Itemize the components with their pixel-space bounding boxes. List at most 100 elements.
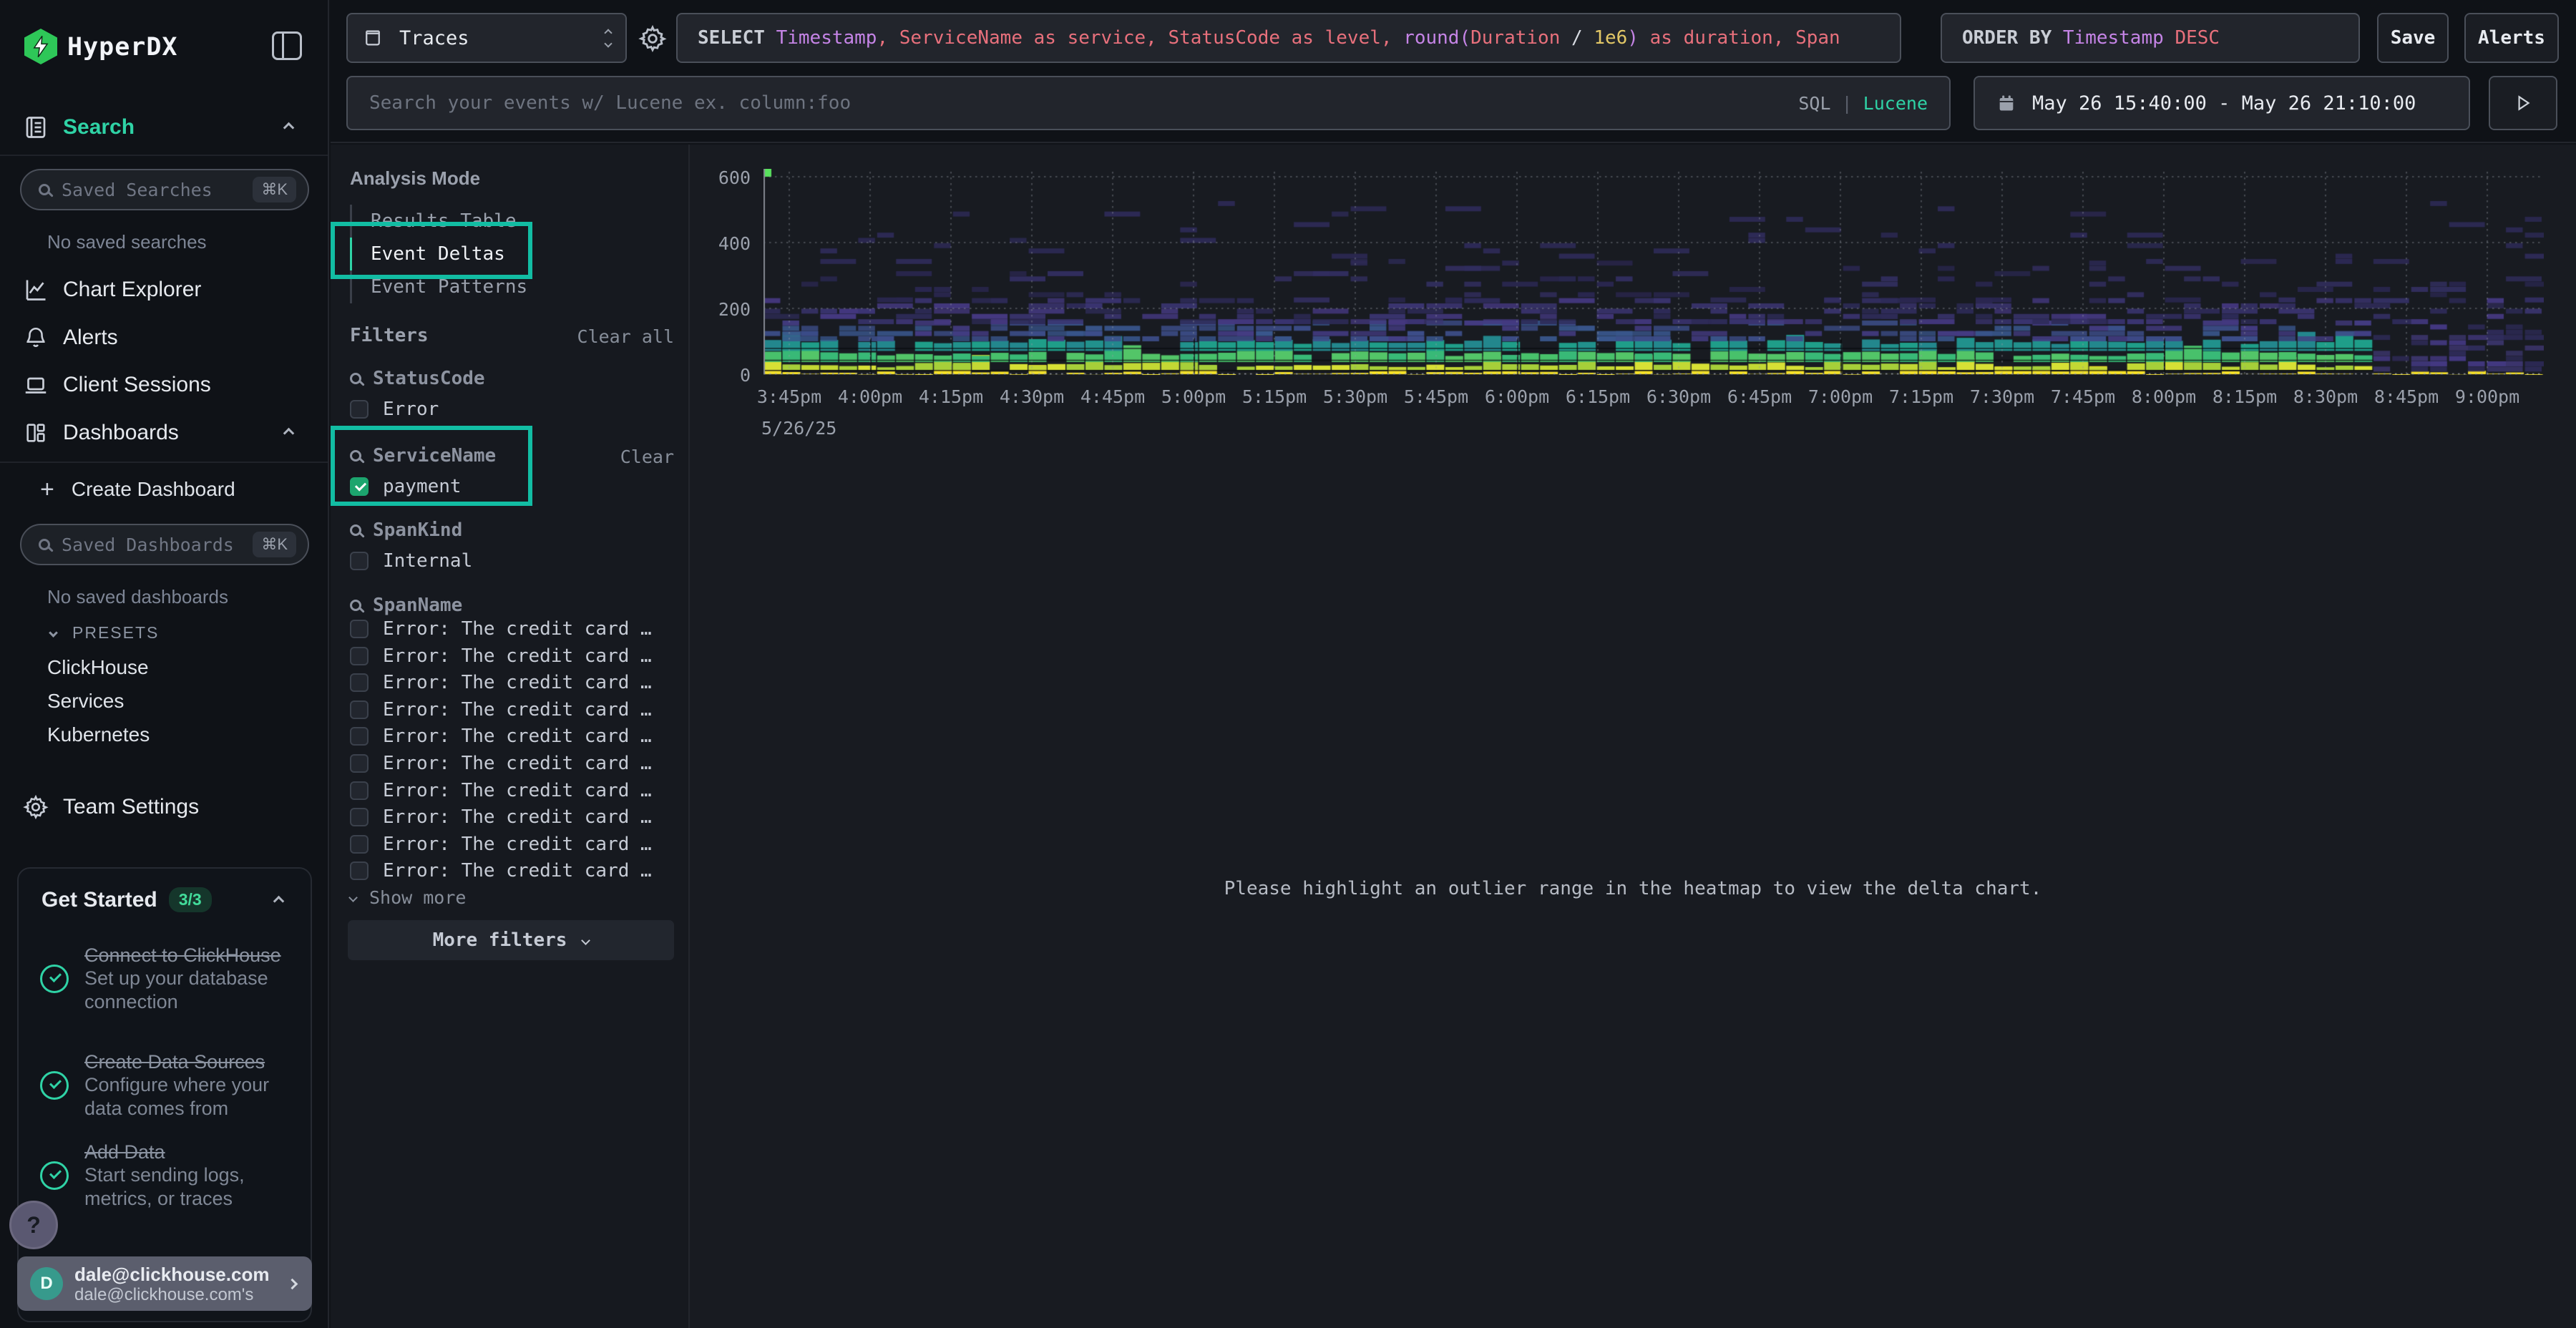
checkbox-unchecked[interactable]: [350, 700, 369, 719]
journal-icon: [21, 114, 50, 141]
saved-dashboards-input[interactable]: Saved Dashboards ⌘K: [20, 524, 309, 565]
chevron-up-icon[interactable]: [283, 122, 295, 133]
sql-token: ServiceName as service, StatusCode as le…: [899, 27, 1403, 49]
sidebar-item-alerts[interactable]: Alerts: [0, 322, 329, 353]
saved-dashboards-placeholder: Saved Dashboards: [62, 534, 253, 555]
chevron-down-icon: [582, 936, 591, 945]
save-button[interactable]: Save: [2377, 13, 2449, 63]
checkbox-unchecked[interactable]: [350, 673, 369, 692]
x-axis-tick-label: 6:15pm: [1566, 386, 1630, 407]
filter-option-spanname[interactable]: Error: The credit card …: [350, 753, 652, 774]
x-axis-tick-label: 7:00pm: [1808, 386, 1873, 407]
x-axis-tick-label: 4:15pm: [919, 386, 983, 407]
filter-option-spanname[interactable]: Error: The credit card …: [350, 699, 652, 721]
x-axis-tick-label: 8:30pm: [2293, 386, 2358, 407]
filter-option-spanname[interactable]: Error: The credit card …: [350, 780, 652, 801]
get-started-card: Get Started 3/3 Connect to ClickHouse Se…: [17, 867, 312, 1322]
create-dashboard-button[interactable]: + Create Dashboard: [0, 474, 329, 505]
sidebar-item-search[interactable]: Search: [0, 112, 329, 143]
presets-toggle[interactable]: PRESETS: [0, 620, 329, 645]
filter-option-spanname[interactable]: Error: The credit card …: [350, 672, 652, 693]
checkbox-unchecked[interactable]: [350, 781, 369, 800]
x-axis-date-label: 5/26/25: [761, 418, 836, 439]
heatmap-canvas[interactable]: [763, 169, 2544, 375]
filter-option-spanname[interactable]: Error: The credit card …: [350, 806, 652, 828]
sidebar-collapse-icon[interactable]: [272, 31, 302, 60]
alerts-button[interactable]: Alerts: [2464, 13, 2559, 63]
preset-item-clickhouse[interactable]: ClickHouse: [0, 654, 329, 681]
filter-group-spankind[interactable]: SpanKind: [350, 519, 462, 541]
checkbox-unchecked[interactable]: [350, 861, 369, 880]
sidebar-item-team-settings[interactable]: Team Settings: [0, 791, 329, 823]
source-select[interactable]: Traces: [346, 13, 627, 63]
filter-option-spanname[interactable]: Error: The credit card …: [350, 834, 652, 855]
lucene-search-input[interactable]: Search your events w/ Lucene ex. column:…: [346, 76, 1951, 130]
annotation-box-event-deltas: [331, 222, 532, 279]
search-icon: [39, 184, 50, 195]
lang-toggle-sql[interactable]: SQL: [1798, 93, 1830, 114]
run-query-button[interactable]: [2489, 76, 2557, 130]
spanname-option-label: Error: The credit card …: [383, 645, 652, 667]
checkbox-unchecked[interactable]: [350, 552, 369, 570]
sql-token: DESC: [2175, 27, 2220, 49]
get-started-step[interactable]: Add Data Start sending logs, metrics, or…: [19, 1131, 313, 1221]
x-axis-tick-label: 4:00pm: [838, 386, 902, 407]
show-more-link[interactable]: Show more: [350, 887, 466, 908]
sidebar-item-chart-explorer[interactable]: Chart Explorer: [0, 274, 329, 306]
sql-select-input[interactable]: SELECT Timestamp, ServiceName as service…: [676, 13, 1901, 63]
filter-option-error[interactable]: Error: [350, 399, 439, 420]
preset-item-services[interactable]: Services: [0, 688, 329, 715]
sidebar-item-alerts-label: Alerts: [63, 326, 118, 350]
checkbox-unchecked[interactable]: [350, 400, 369, 419]
filter-option-internal[interactable]: Internal: [350, 550, 472, 572]
clear-servicename-link[interactable]: Clear: [620, 446, 674, 467]
get-started-step[interactable]: Connect to ClickHouse Set up your databa…: [19, 926, 313, 1032]
annotation-box-servicename: [331, 426, 532, 506]
spanname-option-label: Error: The credit card …: [383, 806, 652, 828]
divider: [0, 462, 328, 463]
x-axis-tick-label: 7:30pm: [1970, 386, 2034, 407]
saved-searches-input[interactable]: Saved Searches ⌘K: [20, 169, 309, 210]
preset-item-kubernetes[interactable]: Kubernetes: [0, 721, 329, 748]
checkbox-unchecked[interactable]: [350, 727, 369, 746]
clear-all-link[interactable]: Clear all: [577, 326, 674, 347]
filter-group-spanname[interactable]: SpanName: [350, 595, 462, 616]
sidebar-item-dashboards[interactable]: Dashboards: [0, 417, 329, 449]
sql-token: SELECT: [698, 27, 776, 49]
gear-icon: [21, 794, 50, 820]
sidebar-item-client-sessions-label: Client Sessions: [63, 373, 211, 397]
checkbox-unchecked[interactable]: [350, 647, 369, 665]
user-menu[interactable]: D dale@clickhouse.com dale@clickhouse.co…: [17, 1256, 312, 1311]
checkbox-unchecked[interactable]: [350, 835, 369, 854]
get-started-step[interactable]: Create Data Sources Configure where your…: [19, 1040, 313, 1131]
sql-token: (: [1459, 27, 1470, 49]
chevron-up-icon[interactable]: [273, 896, 285, 907]
analysis-mode-heading: Analysis Mode: [350, 167, 480, 190]
hyperdx-logo-icon: [24, 29, 57, 64]
more-filters-button[interactable]: More filters: [348, 920, 674, 960]
x-axis-tick-label: 5:30pm: [1323, 386, 1387, 407]
help-button[interactable]: ?: [9, 1201, 58, 1249]
date-range-picker[interactable]: May 26 15:40:00 - May 26 21:10:00: [1974, 76, 2470, 130]
gear-icon[interactable]: [638, 24, 667, 57]
checkbox-unchecked[interactable]: [350, 754, 369, 773]
search-icon: [350, 600, 361, 611]
chevron-right-icon: [287, 1278, 298, 1289]
order-by-input[interactable]: ORDER BY Timestamp DESC: [1941, 13, 2360, 63]
chevron-up-icon[interactable]: [283, 427, 295, 439]
lang-toggle-lucene[interactable]: Lucene: [1863, 93, 1928, 114]
x-axis-tick-label: 3:45pm: [757, 386, 821, 407]
filter-group-statuscode[interactable]: StatusCode: [350, 368, 485, 389]
filter-option-spanname[interactable]: Error: The credit card …: [350, 618, 652, 640]
filter-option-spanname[interactable]: Error: The credit card …: [350, 645, 652, 667]
checkbox-unchecked[interactable]: [350, 808, 369, 826]
no-saved-searches-note: No saved searches: [47, 231, 207, 253]
spanname-option-label: Error: The credit card …: [383, 726, 652, 747]
filter-option-spanname[interactable]: Error: The credit card …: [350, 726, 652, 747]
app-root: HyperDX Search Saved Searches ⌘K No save…: [0, 0, 2576, 1328]
sidebar-item-client-sessions[interactable]: Client Sessions: [0, 369, 329, 401]
step-title: Create Data Sources: [84, 1050, 299, 1073]
checkbox-unchecked[interactable]: [350, 620, 369, 638]
filter-option-spanname[interactable]: Error: The credit card …: [350, 860, 652, 882]
sql-token: ): [1627, 27, 1639, 49]
